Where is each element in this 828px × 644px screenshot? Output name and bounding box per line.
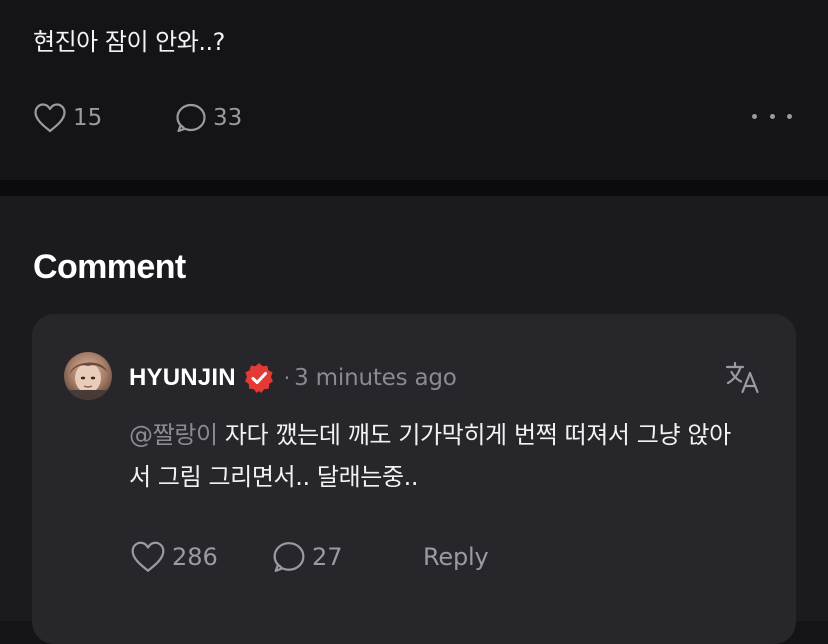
comment-reply-count: 27 bbox=[312, 543, 343, 571]
post: 현진아 잠이 안와..? 15 33 bbox=[0, 0, 828, 180]
comment-reply-count-button[interactable]: 27 bbox=[272, 540, 343, 574]
more-options-button[interactable] bbox=[752, 104, 792, 128]
avatar[interactable] bbox=[64, 352, 112, 400]
speech-bubble-icon bbox=[176, 103, 206, 133]
speech-bubble-icon bbox=[273, 542, 305, 572]
more-horizontal-icon bbox=[752, 113, 757, 119]
verified-badge-icon bbox=[244, 363, 273, 393]
more-horizontal-icon bbox=[787, 113, 792, 119]
comments-section: Comment HYUNJIN · 3 minutes ago @짤랑이 자다 … bbox=[0, 196, 828, 644]
mention-link[interactable]: @짤랑이 bbox=[129, 421, 218, 449]
comment-author: HYUNJIN · 3 minutes ago bbox=[129, 362, 457, 394]
more-horizontal-icon bbox=[769, 113, 775, 119]
comment-like-button[interactable]: 286 bbox=[130, 540, 218, 574]
reply-button[interactable]: Reply bbox=[423, 540, 489, 574]
comment-timestamp: 3 minutes ago bbox=[294, 365, 457, 391]
post-comment-count: 33 bbox=[213, 105, 243, 131]
avatar-image bbox=[64, 352, 112, 400]
meta-separator: · bbox=[283, 366, 291, 390]
post-comment-button[interactable]: 33 bbox=[175, 100, 242, 136]
comment-like-count: 286 bbox=[172, 543, 218, 571]
heart-icon bbox=[131, 541, 165, 572]
comments-section-title: Comment bbox=[33, 248, 186, 286]
translate-icon[interactable] bbox=[724, 358, 762, 396]
post-like-button[interactable]: 15 bbox=[33, 100, 102, 136]
heart-icon bbox=[34, 103, 66, 133]
section-divider bbox=[0, 180, 828, 196]
author-name[interactable]: HYUNJIN bbox=[129, 364, 236, 392]
comment-body: @짤랑이 자다 깼는데 깨도 기가막히게 번쩍 떠져서 그냥 앉아서 그림 그리… bbox=[129, 414, 749, 498]
comment-text: 자다 깼는데 깨도 기가막히게 번쩍 떠져서 그냥 앉아서 그림 그리면서.. … bbox=[129, 421, 731, 491]
post-like-count: 15 bbox=[73, 105, 103, 131]
comment-card: HYUNJIN · 3 minutes ago @짤랑이 자다 깼는데 깨도 기… bbox=[32, 314, 796, 644]
post-text: 현진아 잠이 안와..? bbox=[33, 28, 225, 56]
